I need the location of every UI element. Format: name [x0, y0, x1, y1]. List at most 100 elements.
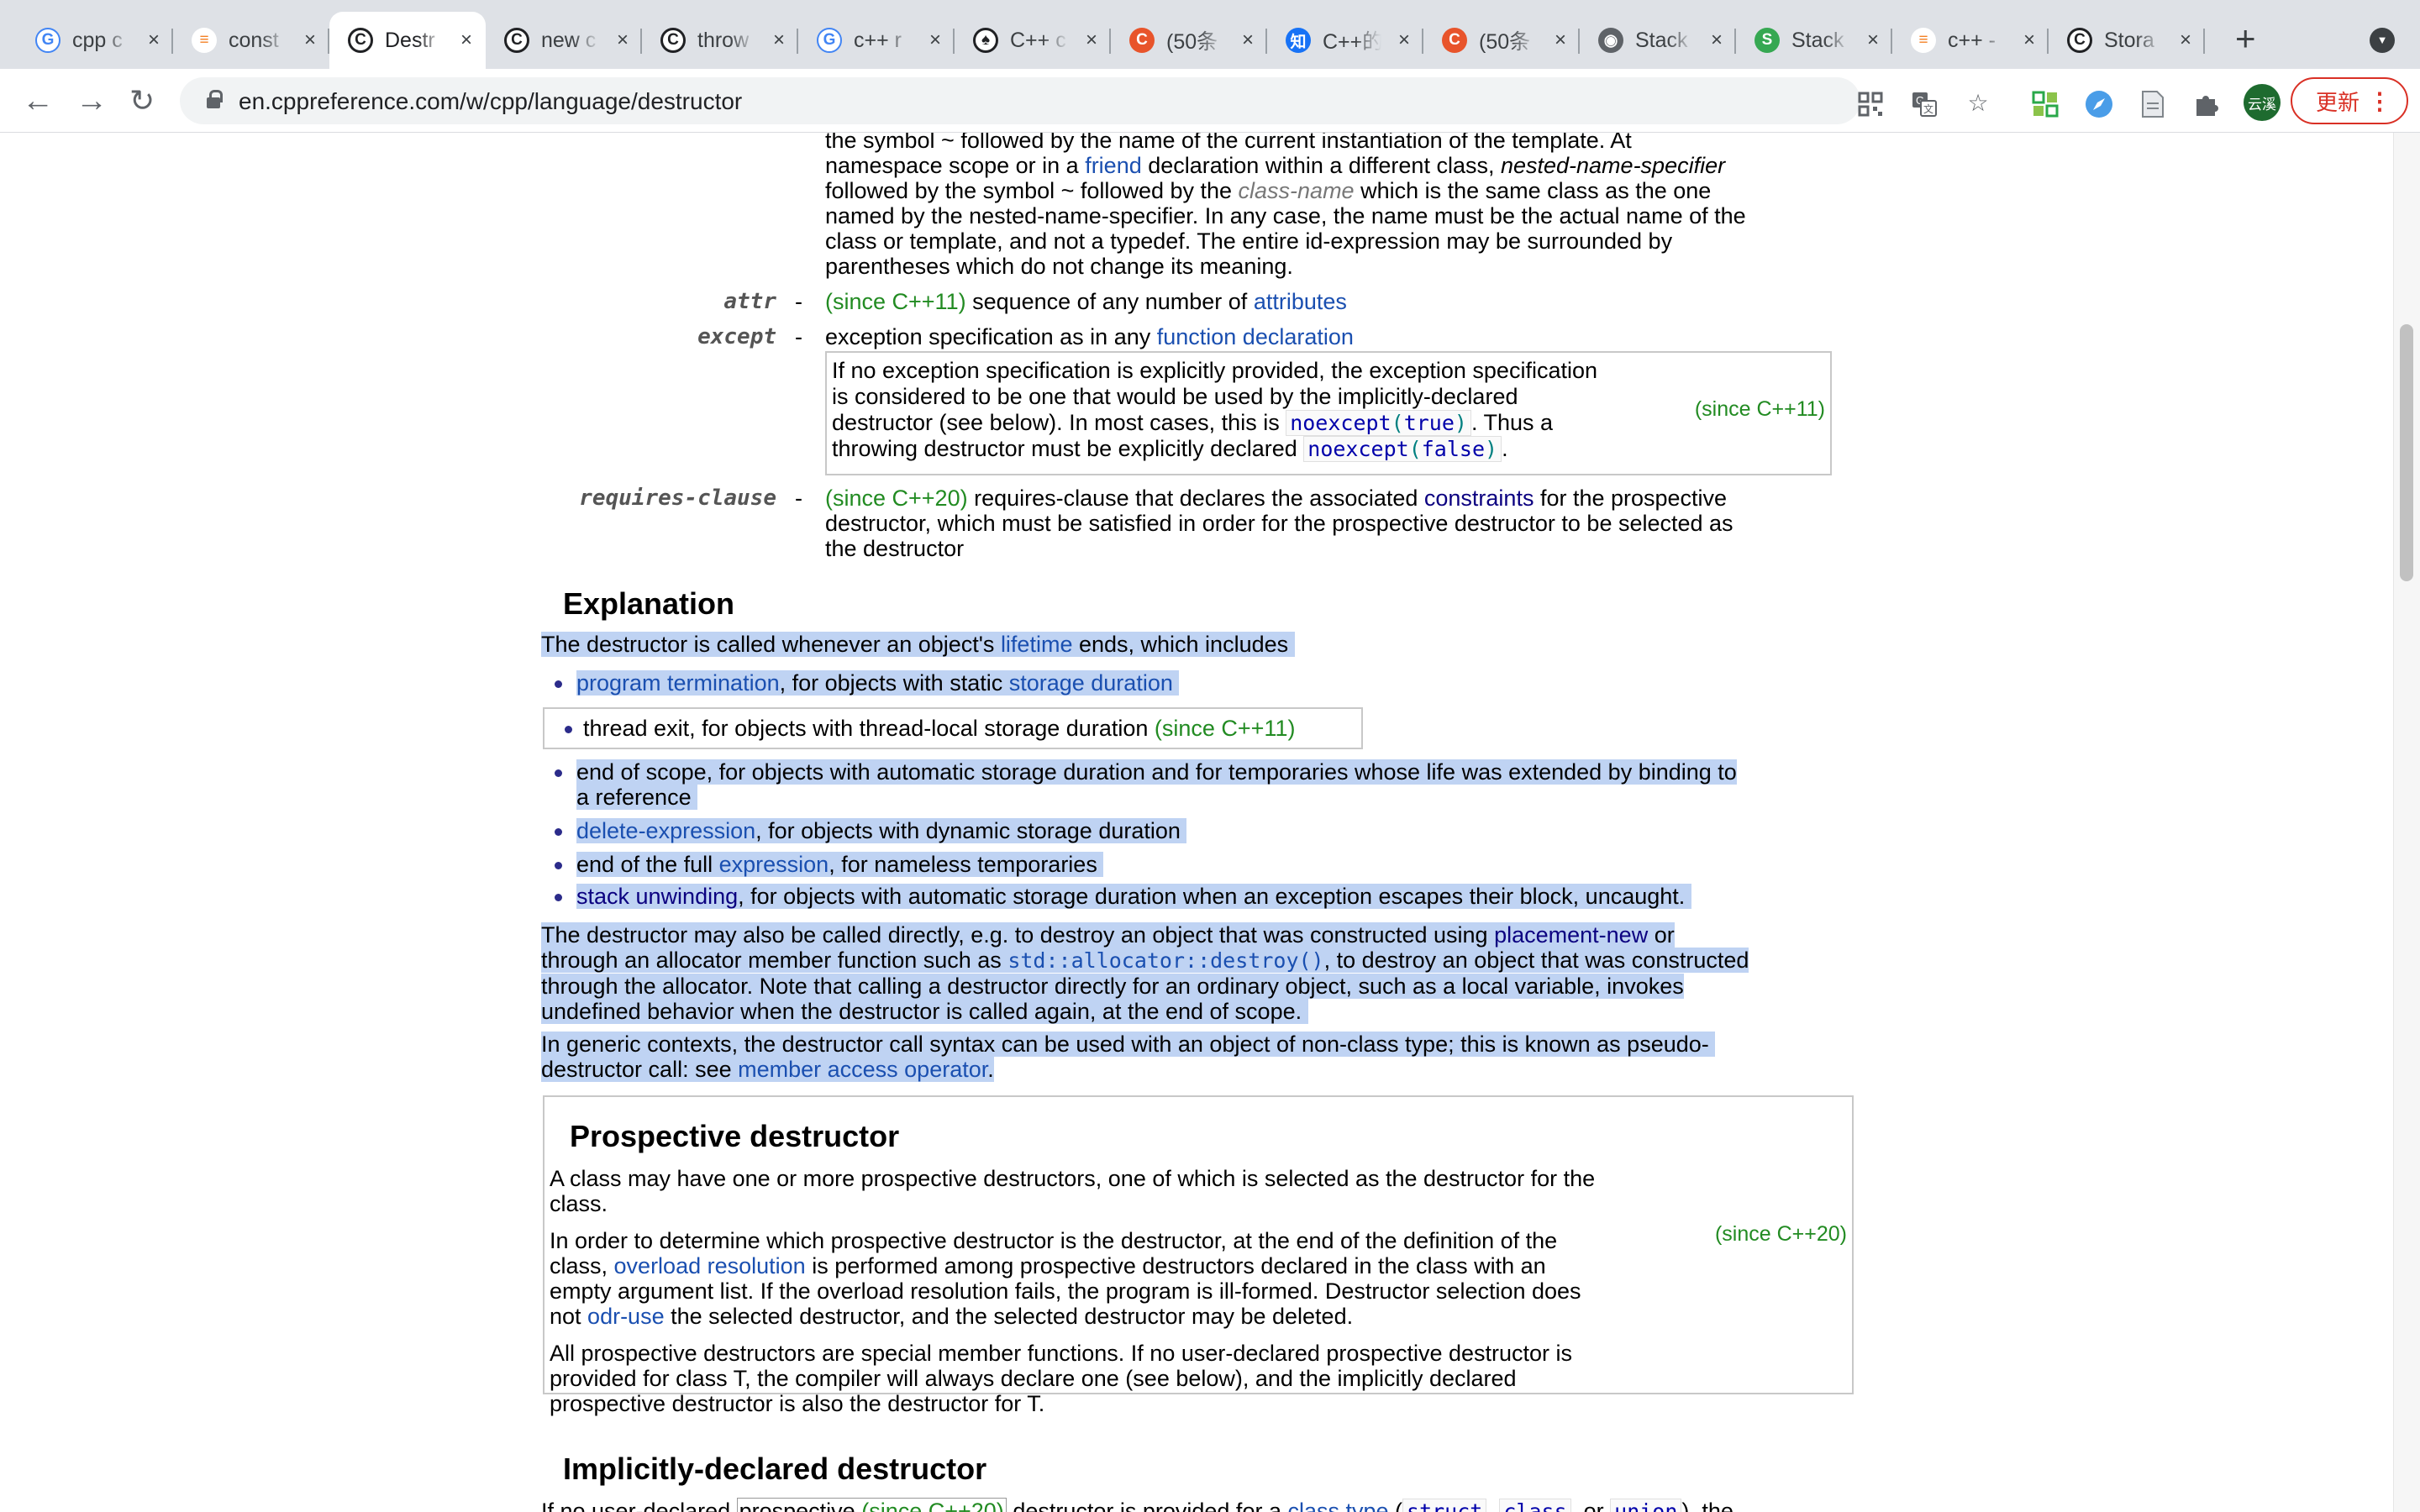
explanation-paragraph: The destructor may also be called direct…	[541, 922, 1849, 1024]
selected-text: through an allocator member function suc…	[541, 948, 1749, 973]
new-tab-button[interactable]: +	[2235, 20, 2256, 57]
close-tab-icon[interactable]: ×	[1555, 29, 1566, 52]
delete-expression-link[interactable]: delete-expression	[576, 818, 755, 843]
bullet	[555, 862, 562, 869]
close-tab-icon[interactable]: ×	[1086, 29, 1097, 52]
text: through an allocator member function suc…	[541, 948, 1008, 973]
extension-grid-icon[interactable]	[2030, 89, 2060, 119]
tab-7[interactable]: ♠ C++ c ×	[955, 12, 1111, 69]
tab-2[interactable]: ≡ const ×	[173, 12, 329, 69]
text: , for nameless temporaries	[829, 852, 1097, 877]
tab-11[interactable]: ◉ Stack ×	[1580, 12, 1736, 69]
expression-link[interactable]: expression	[719, 852, 829, 877]
close-tab-icon[interactable]: ×	[148, 29, 160, 52]
tab-search-icon[interactable]: ▼	[2370, 28, 2395, 53]
note-line: throwing destructor must be explicitly d…	[832, 436, 1672, 462]
tab-5[interactable]: Cthrow ×	[642, 12, 798, 69]
list-item-text: delete-expression, for objects with dyna…	[576, 818, 1849, 843]
stack-unwinding-link[interactable]: stack unwinding	[576, 884, 738, 909]
update-label: 更新	[2316, 89, 2360, 115]
forward-arrow-icon[interactable]: →	[76, 82, 108, 119]
qr-code-icon[interactable]	[1855, 89, 1886, 119]
tab-title: C++的	[1323, 30, 1381, 54]
tab-9[interactable]: 知 C++的 ×	[1267, 12, 1423, 69]
close-tab-icon[interactable]: ×	[2180, 29, 2191, 52]
prospective-badge: prospective (since C++20)	[736, 1498, 1007, 1512]
tab-1[interactable]: Gcpp c ×	[17, 12, 173, 69]
close-tab-icon[interactable]: ×	[1867, 29, 1879, 52]
tab-3[interactable]: C Destr ×	[329, 12, 486, 69]
reload-icon[interactable]: ↻	[129, 82, 155, 119]
noexcept-true-code: noexcept(true)	[1286, 410, 1471, 436]
member-access-operator-link[interactable]: member access operator	[738, 1057, 987, 1082]
browser-toolbar: ← → ↻ en.cppreference.com/w/cpp/language…	[0, 69, 2420, 133]
storage-duration-link[interactable]: storage duration	[1009, 670, 1173, 696]
explanation-intro: The destructor is called whenever an obj…	[541, 632, 1849, 657]
translate-icon[interactable]: G文	[1909, 89, 1939, 119]
tab-13[interactable]: ≡ c++ - ×	[1892, 12, 2049, 69]
text: .	[987, 1057, 994, 1082]
odr-use-link[interactable]: odr-use	[587, 1304, 665, 1329]
text: ,	[1486, 1499, 1500, 1512]
close-tab-icon[interactable]: ×	[2023, 29, 2035, 52]
url-text[interactable]: en.cppreference.com/w/cpp/language/destr…	[239, 87, 742, 116]
text: the selected destructor, and the selecte…	[664, 1304, 1354, 1329]
attributes-link[interactable]: attributes	[1254, 289, 1347, 314]
friend-link[interactable]: friend	[1085, 153, 1142, 178]
compass-extension-icon[interactable]	[2084, 89, 2114, 119]
close-tab-icon[interactable]: ×	[1398, 29, 1410, 52]
tab-title: const	[229, 28, 279, 52]
text: prospective	[739, 1499, 855, 1512]
back-arrow-icon[interactable]: ←	[22, 82, 54, 119]
tab-title: cpp c	[72, 28, 123, 52]
update-button[interactable]: 更新 ⋮	[2291, 77, 2408, 124]
explanation-paragraph: In generic contexts, the destructor call…	[541, 1032, 1849, 1082]
lock-icon[interactable]	[207, 90, 223, 108]
stackoverflow-icon: ≡	[192, 28, 217, 53]
placement-new-link[interactable]: placement-new	[1494, 922, 1648, 948]
tab-12[interactable]: S Stack ×	[1736, 12, 1892, 69]
param-dash: -	[795, 486, 802, 511]
overload-resolution-link[interactable]: overload resolution	[614, 1253, 806, 1278]
tab-4[interactable]: Cnew c ×	[486, 12, 642, 69]
google-icon: G	[35, 28, 60, 53]
close-tab-icon[interactable]: ×	[929, 29, 941, 52]
more-menu-icon[interactable]: ⋮	[2368, 87, 2391, 115]
tab-10[interactable]: C (50条 ×	[1423, 12, 1580, 69]
scrollbar-thumb[interactable]	[2400, 324, 2413, 581]
tab-6[interactable]: Gc++ r ×	[798, 12, 955, 69]
class-type-link[interactable]: class type	[1287, 1499, 1388, 1512]
para-line: destructor call: see member access opera…	[541, 1057, 1849, 1082]
para-line: empty argument list. If the overload res…	[550, 1278, 1581, 1304]
list-item: end of the full expression, for nameless…	[555, 852, 1849, 877]
close-tab-icon[interactable]: ×	[304, 29, 316, 52]
close-tab-icon[interactable]: ×	[460, 29, 472, 52]
text: requires-clause that declares the associ…	[967, 486, 1424, 511]
close-tab-icon[interactable]: ×	[1711, 29, 1723, 52]
profile-avatar[interactable]: 云溪	[2244, 84, 2281, 121]
function-declaration-link[interactable]: function declaration	[1157, 324, 1354, 349]
punct: (	[1408, 437, 1422, 461]
selected-text: stack unwinding, for objects with automa…	[576, 884, 1691, 909]
para-line: class, overload resolution is performed …	[550, 1253, 1718, 1278]
tab-title: C++ c	[1010, 28, 1066, 52]
tab-8[interactable]: C (50条 ×	[1111, 12, 1267, 69]
lifetime-link[interactable]: lifetime	[1001, 632, 1073, 657]
close-tab-icon[interactable]: ×	[773, 29, 785, 52]
tab-14[interactable]: C Stora ×	[2049, 12, 2205, 69]
constraints-link[interactable]: constraints	[1424, 486, 1534, 511]
puzzle-extensions-icon[interactable]	[2191, 89, 2222, 119]
close-tab-icon[interactable]: ×	[617, 29, 629, 52]
tab-strip: Gcpp c × ≡ const × C Destr × Cnew c × Cthrow × Gc++ …	[0, 0, 2420, 69]
note-line: destructor (see below). In most cases, t…	[832, 410, 1672, 436]
emphasis: nested-name-specifier	[1500, 153, 1726, 178]
program-termination-link[interactable]: program termination	[576, 670, 780, 696]
allocator-destroy-link[interactable]: std::allocator::destroy()	[1007, 948, 1323, 973]
selected-text: through the allocator. Note that calling…	[541, 974, 1684, 999]
bookmark-star-icon[interactable]: ☆	[1963, 87, 1993, 118]
close-tab-icon[interactable]: ×	[1242, 29, 1254, 52]
document-extension-icon[interactable]	[2138, 89, 2168, 119]
text: destructor is provided for a	[1006, 1499, 1288, 1512]
text: a reference	[576, 785, 692, 810]
